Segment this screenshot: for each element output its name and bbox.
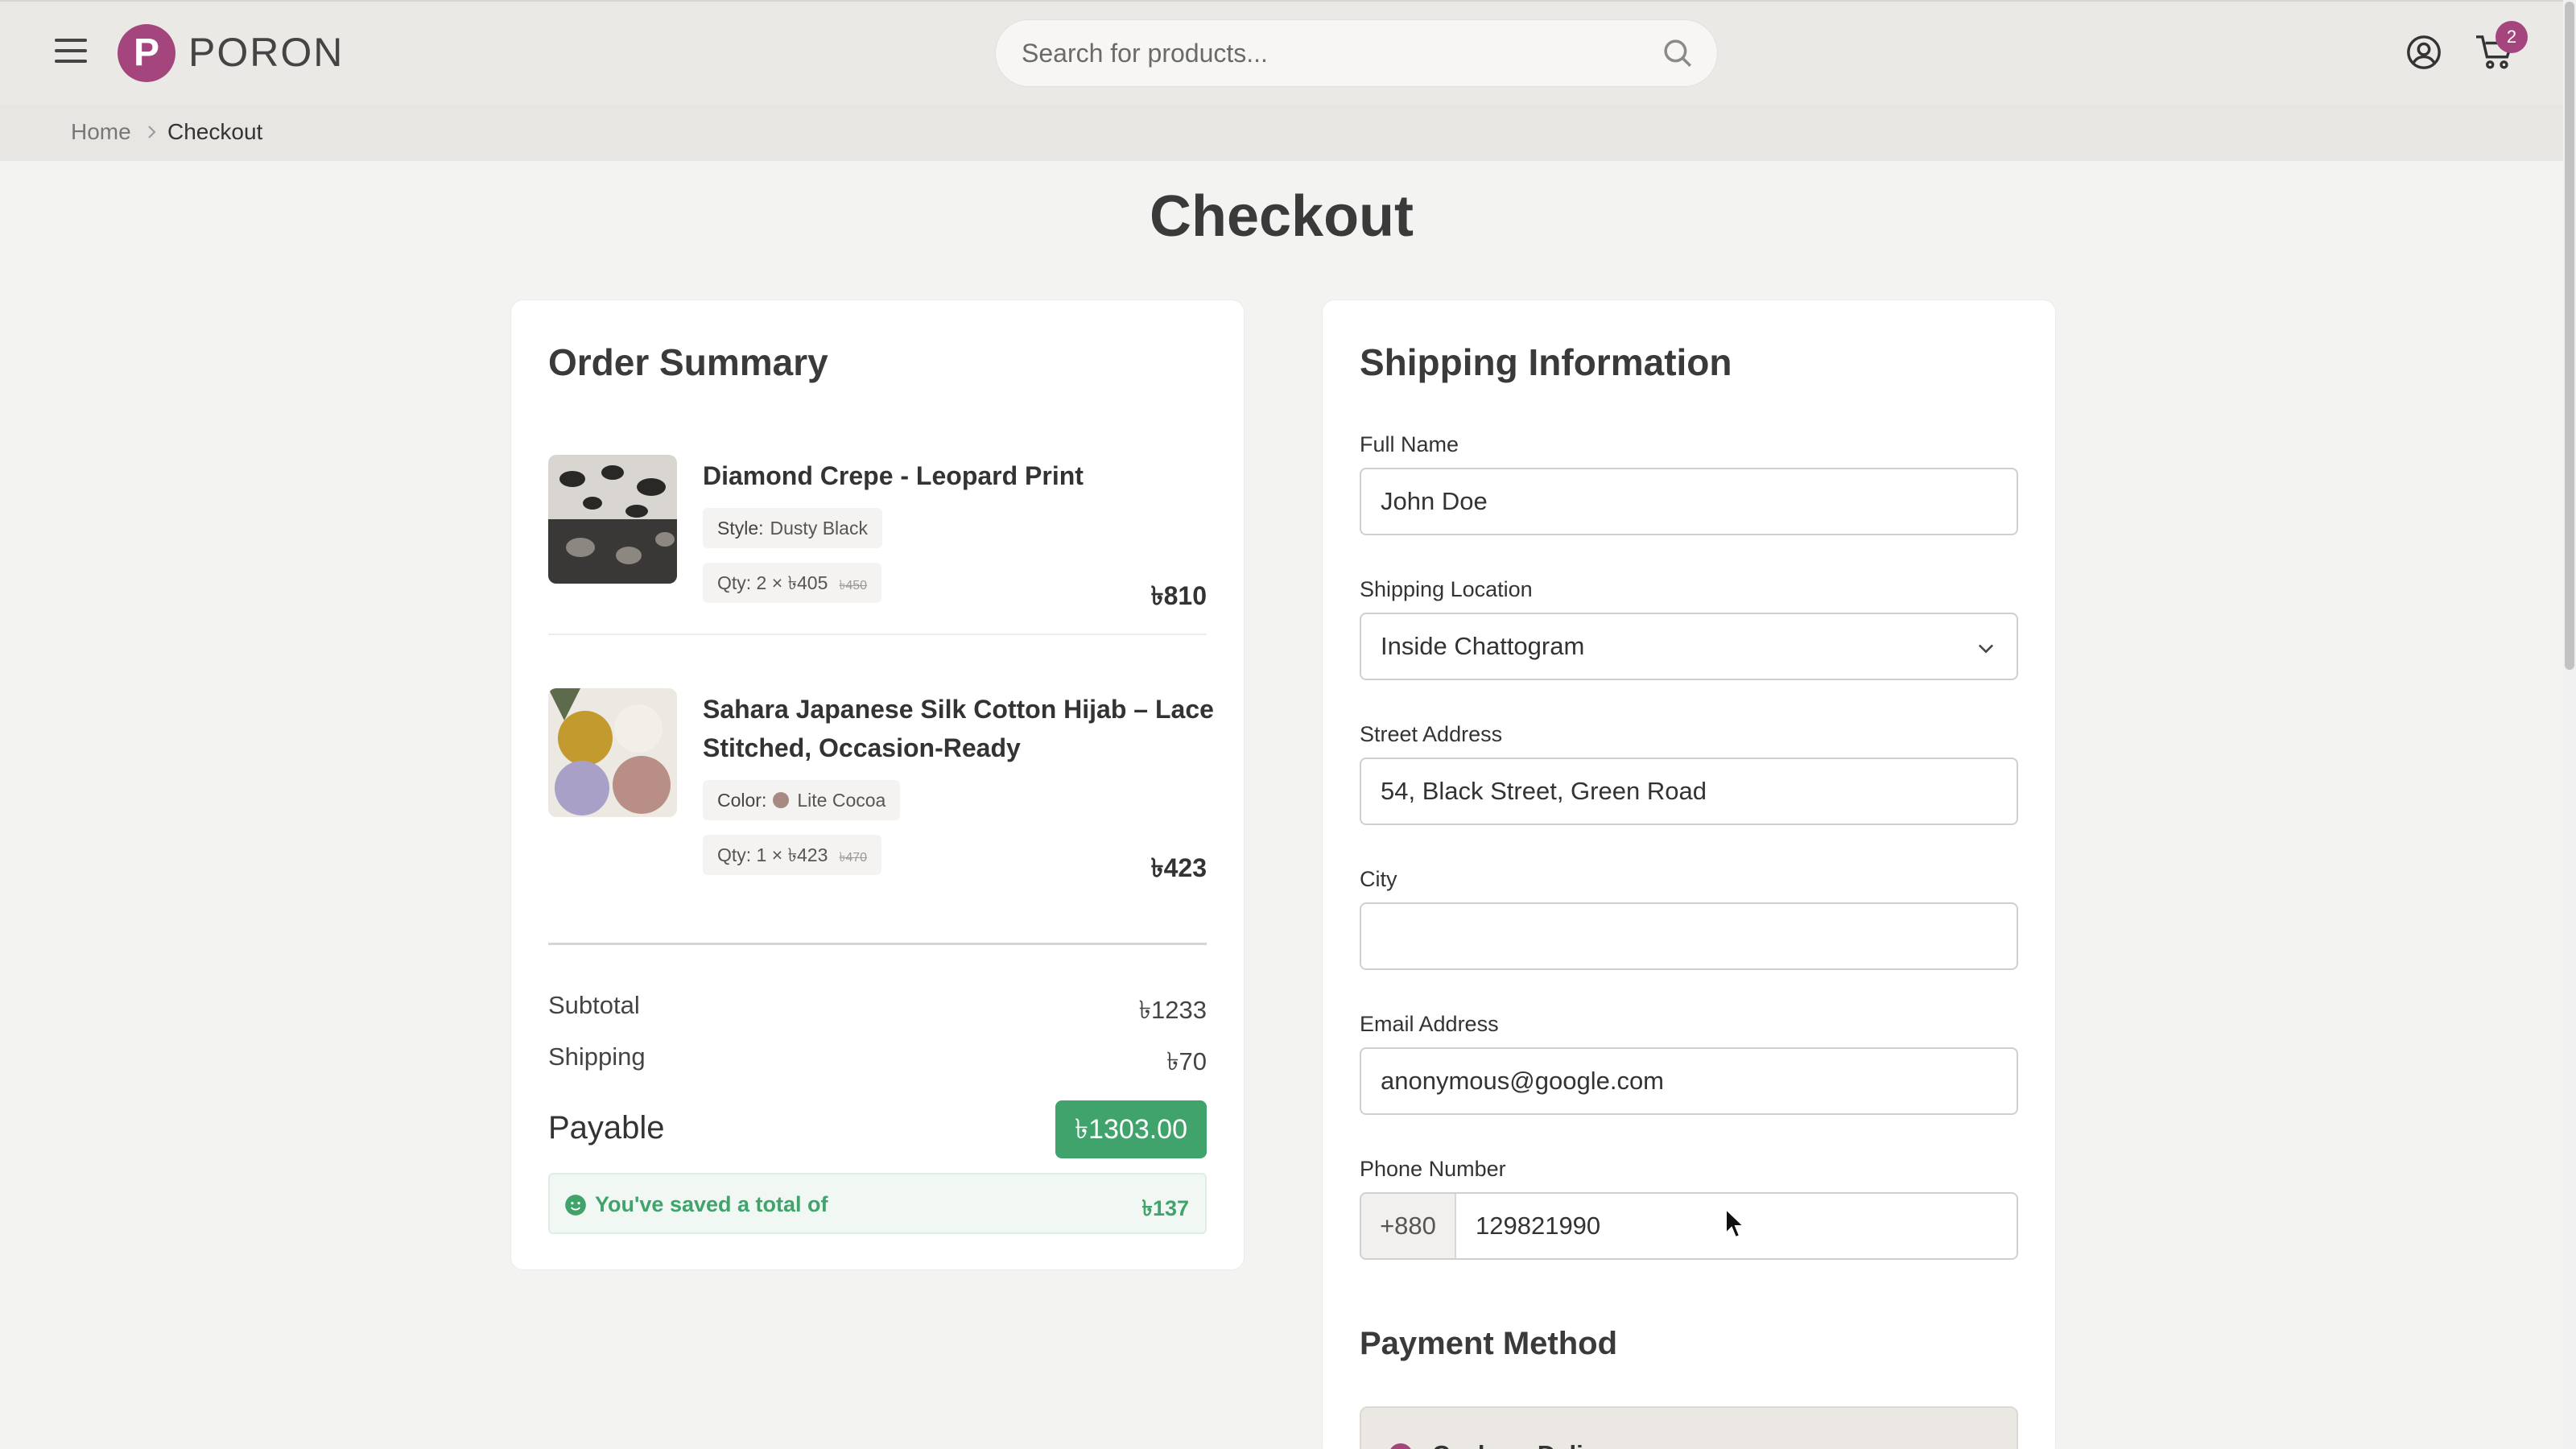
qty-text: Qty: 2 × ৳405 <box>717 572 828 593</box>
original-price: ৳470 <box>839 851 868 865</box>
country-code-prefix[interactable]: +880 <box>1361 1194 1456 1258</box>
user-account-icon[interactable] <box>2405 34 2442 71</box>
subtotal-value: ৳1233 <box>1138 996 1207 1024</box>
order-item-qty: Qty: 1 × ৳423 ৳470 <box>703 835 882 875</box>
city-field[interactable] <box>1360 902 2018 970</box>
shipping-location-label: Shipping Location <box>1360 577 1533 601</box>
payment-option-label: Cash on Delivery <box>1432 1440 1635 1449</box>
logo-text[interactable]: PORON <box>188 29 344 76</box>
breadcrumb-home-link[interactable]: Home <box>71 119 131 145</box>
street-address-label: Street Address <box>1360 722 1503 746</box>
search-icon[interactable] <box>1661 36 1695 70</box>
mouse-cursor-icon <box>1725 1208 1746 1239</box>
breadcrumb-current: Checkout <box>167 119 263 144</box>
payable-value-badge: ৳1303.00 <box>1055 1100 1207 1158</box>
site-header: P PORON 2 <box>0 0 2563 105</box>
phone-number-label: Phone Number <box>1360 1157 1506 1181</box>
menu-icon[interactable] <box>55 39 87 64</box>
variant-key: Color: <box>717 790 767 811</box>
full-name-field[interactable] <box>1360 468 2018 535</box>
order-summary-title: Order Summary <box>548 341 828 383</box>
payment-method-title: Payment Method <box>1360 1326 1618 1361</box>
shipping-location-value: Inside Chattogram <box>1381 632 1585 660</box>
variant-value: Lite Cocoa <box>797 790 886 811</box>
email-address-field[interactable] <box>1360 1047 2018 1115</box>
chevron-down-icon <box>1978 644 1994 654</box>
order-item-qty: Qty: 2 × ৳405 ৳450 <box>703 563 882 603</box>
payment-option-cod[interactable]: Cash on Delivery <box>1360 1406 2018 1449</box>
cart-count-badge: 2 <box>2496 21 2528 53</box>
order-summary-card: Order Summary Diamond Crepe - Leopard Pr… <box>510 299 1245 1270</box>
item-divider <box>548 634 1207 635</box>
email-address-label: Email Address <box>1360 1012 1499 1036</box>
original-price: ৳450 <box>839 579 868 592</box>
order-item-variant: Color: Lite Cocoa <box>703 780 901 820</box>
search-bar <box>995 19 1718 87</box>
radio-selected-icon[interactable] <box>1389 1443 1413 1449</box>
color-swatch-icon <box>773 791 790 808</box>
savings-notice: You've saved a total of ৳137 <box>548 1173 1207 1234</box>
phone-number-group: +880 <box>1360 1192 2018 1260</box>
qty-text: Qty: 1 × ৳423 <box>717 844 828 865</box>
shipping-location-select[interactable]: Inside Chattogram <box>1360 613 2018 680</box>
product-image-silk-hijab[interactable] <box>548 688 677 817</box>
shipping-label: Shipping <box>548 1042 646 1071</box>
logo-icon[interactable]: P <box>118 24 175 82</box>
payable-label: Payable <box>548 1110 665 1146</box>
shipping-information-title: Shipping Information <box>1360 341 1732 383</box>
order-item-name[interactable]: Diamond Crepe - Leopard Print <box>703 456 1218 495</box>
shipping-value: ৳70 <box>1166 1047 1207 1075</box>
chevron-right-icon <box>148 126 156 138</box>
smile-icon <box>565 1195 586 1216</box>
subtotal-label: Subtotal <box>548 991 640 1019</box>
street-address-field[interactable] <box>1360 758 2018 825</box>
order-item-name[interactable]: Sahara Japanese Silk Cotton Hijab – Lace… <box>703 690 1218 767</box>
variant-key: Style: <box>717 518 764 539</box>
order-item-total: ৳810 <box>1150 581 1207 610</box>
city-label: City <box>1360 867 1397 891</box>
savings-value: ৳137 <box>1141 1196 1190 1220</box>
shipping-information-card: Shipping Information Full Name Shipping … <box>1322 299 2056 1449</box>
scrollbar-thumb[interactable] <box>2565 2 2574 670</box>
totals-divider <box>548 943 1207 945</box>
search-input[interactable] <box>1022 20 1633 86</box>
page-title: Checkout <box>1149 184 1414 249</box>
order-item-total: ৳423 <box>1150 853 1207 882</box>
variant-value: Dusty Black <box>770 518 868 539</box>
breadcrumb: Home Checkout <box>0 105 2563 161</box>
full-name-label: Full Name <box>1360 432 1459 456</box>
savings-label: You've saved a total of <box>595 1192 828 1216</box>
order-item-variant: Style: Dusty Black <box>703 508 882 548</box>
product-image-leopard-print[interactable] <box>548 455 677 584</box>
